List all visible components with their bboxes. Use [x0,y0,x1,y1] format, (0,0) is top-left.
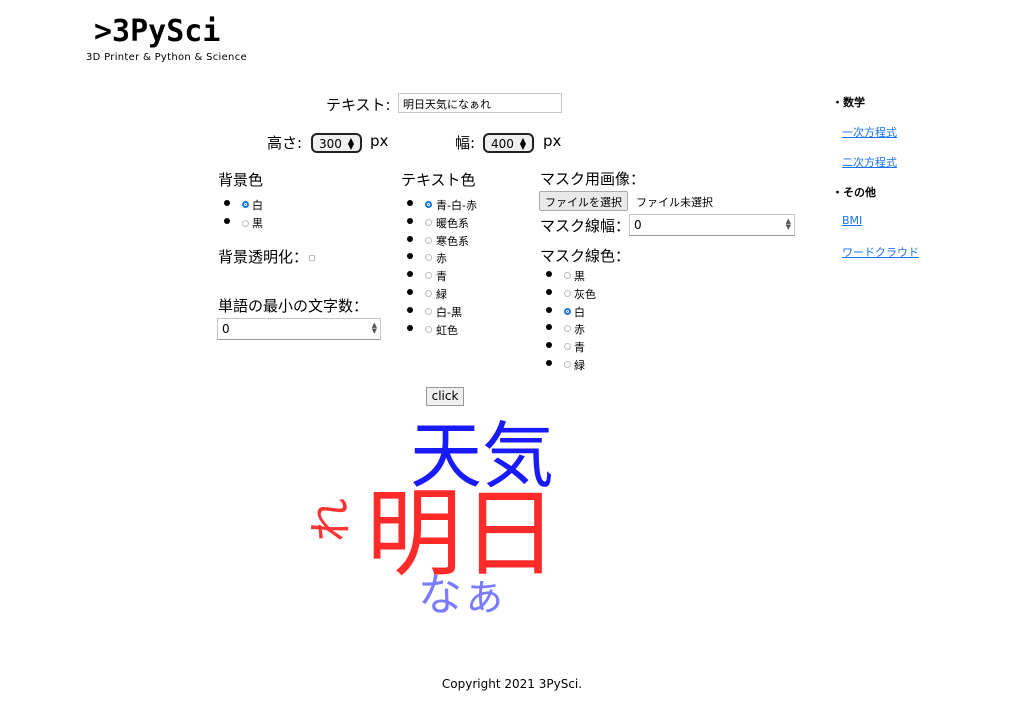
text-color-radio[interactable] [425,236,432,244]
list-bullet [407,200,413,206]
list-bullet [546,306,552,313]
mask-line-color-radio[interactable] [564,272,571,279]
width-select-value: 400 [491,136,514,151]
select-arrows-icon: ▲ ▼ [519,135,527,151]
text-color-option-label: 緑 [436,288,447,301]
list-bullet [546,288,552,295]
bg-color-radio-white[interactable] [242,201,249,208]
list-bullet [407,235,413,242]
text-color-radio[interactable] [425,290,432,297]
sidebar-heading-math: ・数学 [832,96,865,109]
site-tagline: 3D Printer & Python & Science [86,52,247,63]
list-bullet [407,306,413,313]
sidebar-link-quadratic-equation[interactable]: 二次方程式 [842,154,897,170]
wordcloud-word: 明日 [366,478,558,590]
choose-file-button[interactable]: ファイルを選択 [539,191,628,211]
list-bullet [224,218,230,224]
list-bullet [407,217,413,224]
spinner-icon[interactable]: ▲ ▼ [786,218,791,231]
mask-line-width-input[interactable]: 0 ▲ ▼ [629,214,795,236]
bg-color-label: 背景色 [218,171,264,189]
bg-color-option-white: 白 [252,199,263,212]
list-bullet [546,324,552,331]
bg-color-option-black: 黒 [252,217,263,230]
wordcloud-word: れ [306,498,357,542]
mask-line-color-radio[interactable] [564,325,571,333]
mask-line-color-radio[interactable] [564,343,571,351]
mask-line-color-radio[interactable] [564,289,571,297]
text-color-radio[interactable] [425,325,432,333]
sidebar-link-bmi[interactable]: BMI [842,214,862,227]
text-label: テキスト: [326,96,391,114]
site-logo[interactable]: >3PySci [94,14,220,50]
sidebar-heading-other: ・その他 [832,186,876,199]
text-color-radio[interactable] [425,218,432,226]
select-arrows-icon: ▲ ▼ [347,135,355,151]
mask-line-color-label: マスク線色： [540,247,631,265]
mask-image-label: マスク用画像： [540,170,646,188]
sidebar-link-wordcloud[interactable]: ワードクラウド [842,244,919,260]
height-select[interactable]: 300 ▲ ▼ [311,133,362,153]
text-input[interactable]: 明日天気になぁれ [398,93,562,113]
mask-line-color-option-label: 赤 [574,323,585,337]
sidebar-link-linear-equation[interactable]: 一次方程式 [842,124,897,140]
click-button[interactable]: click [426,387,464,406]
footer-copyright: Copyright 2021 3PySci. [441,677,583,691]
text-color-option-label: 寒色系 [436,234,469,248]
width-label: 幅: [455,134,476,152]
height-label: 高さ: [267,134,303,152]
spinner-icon[interactable]: ▲ ▼ [372,322,377,335]
text-color-option-label: 白-黒 [436,305,462,319]
bg-transparent-label: 背景透明化： [218,248,309,266]
width-unit: px [543,132,562,150]
list-bullet [546,271,552,277]
list-bullet [224,200,230,206]
mask-line-color-option-label: 緑 [574,359,585,372]
text-color-option-label: 赤 [436,252,447,266]
list-bullet [546,360,552,366]
text-color-option-label: 青 [436,270,447,284]
file-status: ファイル未選択 [636,196,713,209]
min-chars-input[interactable]: 0 ▲ ▼ [217,318,381,340]
min-chars-value: 0 [222,322,230,336]
text-color-option-label: 青-白-赤 [436,199,477,212]
list-bullet [407,253,413,260]
list-bullet [407,271,413,278]
text-color-radio[interactable] [425,307,432,315]
mask-line-color-radio[interactable] [564,361,571,368]
bg-transparent-checkbox[interactable] [309,255,315,261]
height-unit: px [370,132,389,150]
mask-line-width-label: マスク線幅： [540,217,631,235]
mask-line-color-option-label: 黒 [574,270,585,283]
width-select[interactable]: 400 ▲ ▼ [483,133,534,153]
text-color-option-label: 虹色 [436,323,458,337]
text-color-radio[interactable] [425,201,432,208]
mask-line-color-radio[interactable] [564,307,571,315]
text-color-radio[interactable] [425,272,432,280]
bg-color-radio-black[interactable] [242,220,249,227]
min-chars-label: 単語の最小の文字数： [218,297,369,315]
mask-line-color-option-label: 灰色 [574,287,596,301]
wordcloud-word: なぁ [418,570,506,621]
list-bullet [407,289,413,295]
text-color-label: テキスト色 [401,171,476,189]
list-bullet [407,324,413,331]
mask-line-width-value: 0 [634,218,642,232]
height-select-value: 300 [319,136,342,151]
mask-line-color-option-label: 青 [574,341,585,355]
text-color-option-label: 暖色系 [436,216,469,230]
mask-line-color-option-label: 白 [574,305,585,319]
text-color-radio[interactable] [425,254,432,262]
list-bullet [546,342,552,349]
